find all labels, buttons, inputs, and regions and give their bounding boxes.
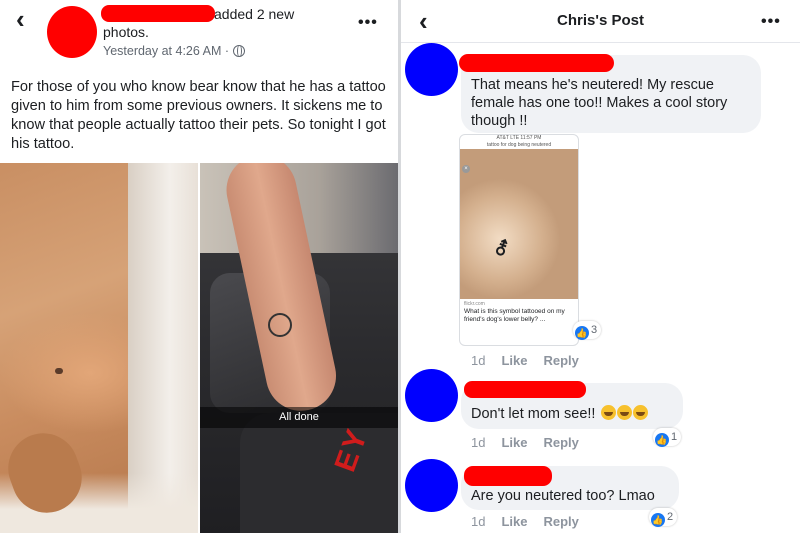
screenshot-search-text: tattoo for dog being neutered <box>486 142 552 148</box>
comment-text: Are you neutered too? Lmao <box>471 488 655 504</box>
reaction-count[interactable]: 👍 3 <box>573 321 602 340</box>
redacted-commenter-name <box>464 466 552 486</box>
more-options-icon[interactable]: ••• <box>761 13 781 31</box>
reaction-count[interactable]: 👍 1 <box>653 428 682 447</box>
reply-button[interactable]: Reply <box>543 435 578 450</box>
like-icon: 👍 <box>651 513 665 527</box>
like-button[interactable]: Like <box>501 514 527 529</box>
neutered-symbol: ⚦ <box>494 239 510 259</box>
timestamp-text: Yesterday at 4:26 AM · <box>103 44 230 58</box>
like-icon: 👍 <box>655 433 669 447</box>
comment-meta: 1d Like Reply <box>471 435 579 450</box>
post-timestamp: Yesterday at 4:26 AM · <box>103 44 246 58</box>
original-post-panel: ‹ added 2 new photos. Yesterday at 4:26 … <box>0 0 398 533</box>
reaction-count[interactable]: 👍 2 <box>649 508 678 527</box>
arm-photo-shirt <box>240 413 398 533</box>
globe-icon <box>233 45 246 57</box>
redacted-commenter-name <box>459 54 614 72</box>
like-icon: 👍 <box>575 326 589 340</box>
comment-time: 1d <box>471 435 486 450</box>
screenshot-source: flickr.com <box>464 301 485 307</box>
laughing-emoji-icon <box>632 405 648 420</box>
post-body-text: For those of you who know bear know that… <box>11 79 386 152</box>
dog-tattoo-mark <box>55 368 63 374</box>
reaction-number: 3 <box>591 324 598 336</box>
page-title: Chris's Post <box>557 12 644 29</box>
comment-text-content: Don't let mom see!! <box>471 406 596 422</box>
dog-photo[interactable] <box>0 163 198 533</box>
header-divider <box>401 42 800 43</box>
reaction-number: 2 <box>667 511 674 523</box>
photo-caption: All done <box>200 407 398 428</box>
comment-meta: 1d Like Reply <box>471 353 579 368</box>
comment-meta: 1d Like Reply <box>471 514 579 529</box>
laughing-emoji-icon <box>600 405 616 420</box>
reply-button[interactable]: Reply <box>543 353 578 368</box>
back-icon[interactable]: ‹ <box>16 4 25 35</box>
like-button[interactable]: Like <box>501 435 527 450</box>
comment-text: Don't let mom see!! <box>471 405 648 423</box>
like-button[interactable]: Like <box>501 353 527 368</box>
comments-panel: ‹ Chris's Post ••• That means he's neute… <box>401 0 800 533</box>
screenshot-question: What is this symbol tattooed on my frien… <box>464 308 565 323</box>
commenter-avatar[interactable] <box>405 43 458 96</box>
redacted-poster-name <box>101 5 215 22</box>
post-action-text-2: photos. <box>103 24 149 40</box>
redacted-commenter-name <box>464 381 586 398</box>
comment-time: 1d <box>471 514 486 529</box>
commenter-avatar[interactable] <box>405 369 458 422</box>
comment-time: 1d <box>471 353 486 368</box>
redacted-avatar <box>47 6 97 58</box>
more-options-icon[interactable]: ••• <box>358 14 378 32</box>
reply-button[interactable]: Reply <box>543 514 578 529</box>
reaction-number: 1 <box>671 431 678 443</box>
comment-text: That means he's neutered! My rescue fema… <box>471 77 728 129</box>
screenshot-status: AT&T LTE 11:57 PM tattoo for dog being n… <box>460 135 578 149</box>
post-action-text: added 2 new <box>214 6 295 22</box>
close-icon: × <box>462 165 470 173</box>
laughing-emoji-icon <box>616 405 632 420</box>
commenter-avatar[interactable] <box>405 459 458 512</box>
screenshot-status-text: AT&T LTE 11:57 PM <box>496 135 542 141</box>
arm-tattoo-photo[interactable]: EY All done <box>200 163 398 533</box>
arm-tattoo-symbol <box>268 313 292 337</box>
comment-screenshot[interactable]: AT&T LTE 11:57 PM tattoo for dog being n… <box>459 134 579 346</box>
screenshot-dog-image: × ⚦ <box>460 149 578 299</box>
